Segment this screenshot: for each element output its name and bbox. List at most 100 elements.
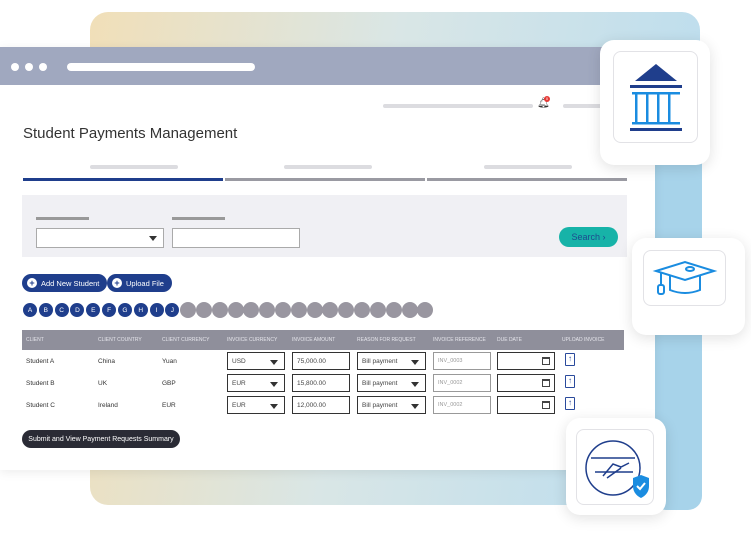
tab-3[interactable] xyxy=(427,178,627,181)
client-currency: GBP xyxy=(162,380,176,387)
client-currency: EUR xyxy=(162,402,176,409)
letter-filter-inactive[interactable] xyxy=(259,302,276,318)
client-name: Student B xyxy=(26,380,55,387)
letter-filter-F[interactable]: F xyxy=(101,302,118,318)
upload-file-button[interactable]: + Upload File xyxy=(107,274,172,292)
letter-filter-inactive[interactable] xyxy=(290,302,307,318)
letter-filter-inactive[interactable] xyxy=(211,302,228,318)
placeholder-bar xyxy=(383,104,533,108)
plus-icon: + xyxy=(112,278,122,288)
col-invoice-amount: Invoice Amount xyxy=(292,337,336,343)
invoice-amount-input[interactable]: 15,800.00 xyxy=(292,374,350,392)
letter-filter-inactive[interactable] xyxy=(354,302,371,318)
letter-filter-inactive[interactable] xyxy=(401,302,418,318)
bank-card xyxy=(600,40,710,165)
letter-filter-inactive[interactable] xyxy=(338,302,355,318)
letter-filter-inactive[interactable] xyxy=(322,302,339,318)
letter-filter-inactive[interactable] xyxy=(369,302,386,318)
tab-label-placeholder[interactable] xyxy=(284,165,372,169)
chevron-down-icon xyxy=(411,360,419,365)
letter-filter-J[interactable]: J xyxy=(164,302,181,318)
handshake-shield-icon xyxy=(576,429,654,505)
col-currency: Client Currency xyxy=(162,337,210,343)
table-row: Student B UK GBP EUR 15,800.00 Bill paym… xyxy=(22,374,624,394)
due-date-input[interactable] xyxy=(497,396,555,414)
letter-filter-B[interactable]: B xyxy=(37,302,54,318)
select-value: Bill payment xyxy=(362,358,398,365)
invoice-reference-input[interactable]: INV_0003 xyxy=(433,352,491,370)
reason-select[interactable]: Bill payment xyxy=(357,352,426,370)
window-dot xyxy=(39,63,47,71)
chevron-down-icon xyxy=(411,382,419,387)
invoice-currency-select[interactable]: USD xyxy=(227,352,285,370)
letter-filter-D[interactable]: D xyxy=(69,302,86,318)
bank-icon xyxy=(613,51,698,143)
letter-filter-H[interactable]: H xyxy=(132,302,149,318)
invoice-currency-select[interactable]: EUR xyxy=(227,374,285,392)
tab-2[interactable] xyxy=(225,178,425,181)
filter-label-placeholder xyxy=(172,217,225,220)
button-label: Upload File xyxy=(126,278,164,288)
tab-label-placeholder[interactable] xyxy=(90,165,178,169)
upload-invoice-icon[interactable]: ↑ xyxy=(565,375,575,388)
calendar-icon[interactable] xyxy=(542,379,550,387)
select-value: Bill payment xyxy=(362,380,398,387)
letter-filter-G[interactable]: G xyxy=(116,302,133,318)
notification-badge: 0 xyxy=(544,96,550,102)
handshake-card xyxy=(566,418,666,515)
calendar-icon[interactable] xyxy=(542,357,550,365)
letter-filter-inactive[interactable] xyxy=(180,302,197,318)
letter-filter-E[interactable]: E xyxy=(85,302,102,318)
placeholder-bar xyxy=(563,104,603,108)
letter-filter-C[interactable]: C xyxy=(53,302,70,318)
page-title: Student Payments Management xyxy=(23,125,238,142)
calendar-icon[interactable] xyxy=(542,401,550,409)
submit-view-summary-button[interactable]: Submit and View Payment Requests Summary xyxy=(22,430,180,448)
tab-label-placeholder[interactable] xyxy=(484,165,572,169)
table-row: Student C Ireland EUR EUR 12,000.00 Bill… xyxy=(22,396,624,416)
invoice-reference-input[interactable]: INV_0002 xyxy=(433,374,491,392)
invoice-amount-input[interactable]: 75,000.00 xyxy=(292,352,350,370)
upload-invoice-icon[interactable]: ↑ xyxy=(565,397,575,410)
client-currency: Yuan xyxy=(162,358,177,365)
reason-select[interactable]: Bill payment xyxy=(357,374,426,392)
window-dot xyxy=(11,63,19,71)
address-bar[interactable] xyxy=(67,63,255,71)
client-country: Ireland xyxy=(98,402,118,409)
letter-filter-inactive[interactable] xyxy=(385,302,402,318)
invoice-reference-input[interactable]: INV_0002 xyxy=(433,396,491,414)
due-date-input[interactable] xyxy=(497,374,555,392)
letter-filter-inactive[interactable] xyxy=(243,302,260,318)
filter-select[interactable] xyxy=(36,228,164,248)
due-date-input[interactable] xyxy=(497,352,555,370)
select-value: USD xyxy=(232,358,246,365)
reason-select[interactable]: Bill payment xyxy=(357,396,426,414)
table-header: Client Client Country Client Currency In… xyxy=(22,330,624,350)
letter-filter-inactive[interactable] xyxy=(417,302,434,318)
filter-input[interactable] xyxy=(172,228,300,248)
alphabet-filter: ABCDEFGHIJ xyxy=(22,302,434,318)
letter-filter-I[interactable]: I xyxy=(148,302,165,318)
tab-1-active[interactable] xyxy=(23,178,223,181)
table-row: Student A China Yuan USD 75,000.00 Bill … xyxy=(22,352,624,372)
search-button[interactable]: Search › xyxy=(559,227,618,247)
letter-filter-A[interactable]: A xyxy=(22,302,38,318)
col-invoice-currency: Invoice Currency xyxy=(227,337,278,343)
letter-filter-inactive[interactable] xyxy=(195,302,212,318)
upload-invoice-icon[interactable]: ↑ xyxy=(565,353,575,366)
add-new-student-button[interactable]: + Add New Student xyxy=(22,274,108,292)
bell-icon[interactable]: 🔔︎ 0 xyxy=(537,96,550,109)
letter-filter-inactive[interactable] xyxy=(275,302,291,318)
letter-filter-inactive[interactable] xyxy=(306,302,323,318)
client-name: Student A xyxy=(26,358,55,365)
col-reference: Invoice Reference xyxy=(433,337,486,343)
window-dot xyxy=(25,63,33,71)
invoice-currency-select[interactable]: EUR xyxy=(227,396,285,414)
col-due-date: Due Date xyxy=(497,337,522,343)
filter-label-placeholder xyxy=(36,217,89,220)
chevron-down-icon xyxy=(270,404,278,409)
select-value: EUR xyxy=(232,380,246,387)
letter-filter-inactive[interactable] xyxy=(227,302,244,318)
invoice-amount-input[interactable]: 12,000.00 xyxy=(292,396,350,414)
chevron-down-icon xyxy=(149,236,157,241)
